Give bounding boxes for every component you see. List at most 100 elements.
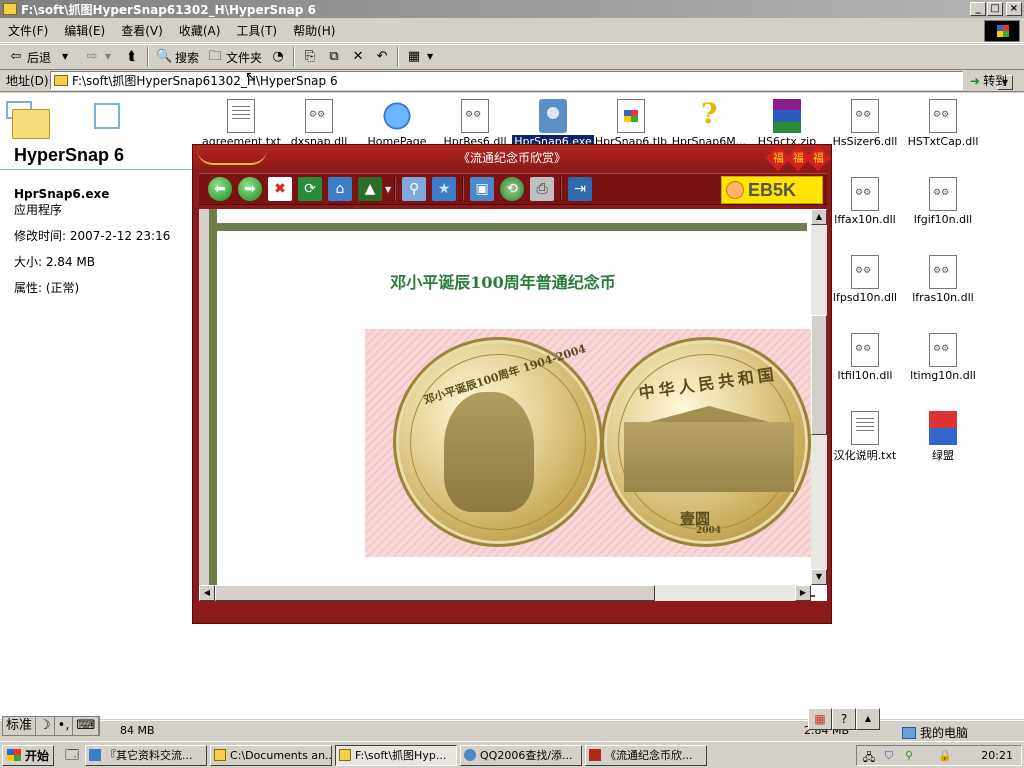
- address-label: 地址(D): [6, 74, 49, 88]
- windows-flag-icon: [7, 749, 21, 761]
- viewer-favorites-button[interactable]: ★: [432, 177, 457, 201]
- viewer-refresh-button[interactable]: ⟳: [298, 177, 322, 201]
- views-button[interactable]: ▦ ▼: [402, 46, 442, 68]
- clock[interactable]: 20:21: [981, 749, 1013, 762]
- go-button[interactable]: ➜ 转到: [970, 71, 1020, 90]
- back-dropdown-icon[interactable]: ▼: [57, 49, 73, 65]
- file-item[interactable]: ltfil10n.dll: [824, 333, 906, 382]
- show-desktop-icon[interactable]: 🗔: [62, 746, 82, 764]
- ime-toolbar[interactable]: 标准 ☽ •, ⌨: [2, 716, 101, 736]
- ebook-logo-text: EB5K: [748, 180, 797, 200]
- file-item[interactable]: lfgif10n.dll: [902, 177, 984, 226]
- antenna-icon[interactable]: ⚲: [901, 749, 917, 763]
- scroll-left-arrow-icon[interactable]: ◀: [199, 585, 215, 601]
- scroll-thumb[interactable]: [215, 585, 655, 601]
- ime-mode[interactable]: 标准: [3, 717, 37, 735]
- viewer-home-button[interactable]: ⌂: [328, 177, 352, 201]
- viewer-image-button[interactable]: ▣: [470, 177, 495, 201]
- vertical-scrollbar[interactable]: ▲ ▼: [811, 209, 827, 585]
- forward-button[interactable]: ⇨ ▼: [80, 46, 120, 68]
- viewer-print-button[interactable]: ⎙: [530, 177, 555, 201]
- lock-icon[interactable]: 🔒: [937, 749, 953, 763]
- up-button[interactable]: ⮬: [120, 46, 144, 68]
- copy-to-button[interactable]: ⧉: [322, 46, 346, 68]
- file-item[interactable]: HsSizer6.dll: [824, 99, 906, 148]
- my-computer-icon: [902, 726, 916, 739]
- ime-halfwidth-icon[interactable]: ☽: [36, 717, 55, 735]
- system-tray: 🖧 ⛉ ⚲ 🔒 20:21: [856, 745, 1022, 766]
- viewer-stop-button[interactable]: ✖: [268, 177, 292, 201]
- file-item[interactable]: HSTxtCap.dll: [902, 99, 984, 148]
- history-button[interactable]: ◔: [266, 46, 290, 68]
- network-icon[interactable]: 🖧: [861, 749, 877, 764]
- file-item[interactable]: HS6ctx.zip: [746, 99, 828, 148]
- window-titlebar[interactable]: F:\soft\抓图HyperSnap61302_H\HyperSnap 6 _…: [0, 0, 1024, 18]
- menu-view[interactable]: 查看(V): [113, 22, 171, 39]
- file-item[interactable]: HomePage: [356, 99, 438, 148]
- coin-viewer-window[interactable]: 《流通纪念币欣赏》 福 福 福 ⬅ ➡ ✖ ⟳ ⌂ ▲ ▼ ⚲ ★ ▣ ⟲ ⎙ …: [192, 144, 832, 624]
- language-icon[interactable]: ▦: [808, 708, 832, 730]
- scroll-up-arrow-icon[interactable]: ▲: [811, 209, 827, 225]
- language-bar-menu-icon[interactable]: ▲: [856, 708, 880, 730]
- fu-close-button[interactable]: 福: [805, 145, 831, 171]
- dll-file-icon: [929, 333, 957, 367]
- shield-icon[interactable]: ⛉: [881, 749, 897, 763]
- selected-file-name: HprSnap6.exe: [14, 187, 110, 201]
- forward-dropdown-icon[interactable]: ▼: [100, 49, 116, 65]
- taskbar-item[interactable]: QQ2006查找/添...: [460, 744, 583, 766]
- language-bar[interactable]: ▦ ? ▲: [808, 708, 880, 730]
- details-pane: HyperSnap 6 HprSnap6.exe 应用程序 修改时间: 2007…: [0, 93, 198, 719]
- viewer-history-button[interactable]: ⟲: [500, 177, 525, 201]
- taskbar-item[interactable]: C:\Documents an...: [210, 744, 333, 766]
- viewer-back-button[interactable]: ⬅: [208, 177, 232, 201]
- menu-tools[interactable]: 工具(T): [228, 22, 285, 39]
- maximize-button[interactable]: □: [987, 2, 1003, 16]
- file-item[interactable]: ltimg10n.dll: [902, 333, 984, 382]
- start-button[interactable]: 开始: [2, 744, 55, 766]
- move-to-button[interactable]: ⎘: [298, 46, 322, 68]
- address-input[interactable]: F:\soft\抓图HyperSnap61302_H\HyperSnap 6 ▼: [50, 71, 1013, 90]
- minimize-button[interactable]: _: [970, 2, 986, 16]
- scroll-down-arrow-icon[interactable]: ▼: [811, 569, 827, 585]
- viewer-content[interactable]: 邓小平诞辰100周年普通纪念币 邓小平诞辰100周年 1904-2004 中华人…: [199, 209, 827, 601]
- help-icon[interactable]: ?: [832, 708, 856, 730]
- file-item[interactable]: 汉化说明.txt: [824, 411, 906, 463]
- file-item[interactable]: lfpsd10n.dll: [824, 255, 906, 304]
- file-item[interactable]: agreement.txt: [200, 99, 282, 148]
- file-item[interactable]: HprSnap6M...: [668, 97, 750, 148]
- menu-favorites[interactable]: 收藏(A): [171, 22, 229, 39]
- taskbar-item[interactable]: 《流通纪念币欣...: [585, 744, 708, 766]
- file-item[interactable]: lfras10n.dll: [902, 255, 984, 304]
- menu-file[interactable]: 文件(F): [0, 22, 56, 39]
- viewer-contents-dropdown-icon[interactable]: ▼: [385, 185, 391, 194]
- viewer-forward-button[interactable]: ➡: [238, 177, 262, 201]
- file-item-selected[interactable]: HprSnap6.exe: [512, 99, 594, 148]
- back-button[interactable]: ⇦ 后退 ▼: [4, 46, 80, 68]
- horizontal-scrollbar[interactable]: ◀ ▶: [199, 585, 811, 601]
- search-button[interactable]: 🔍 搜索: [152, 46, 203, 68]
- viewer-search-button[interactable]: ⚲: [402, 177, 427, 201]
- text-file-icon: [227, 99, 255, 133]
- file-item[interactable]: 绿盟: [902, 411, 984, 463]
- taskbar-item-active[interactable]: F:\soft\抓图Hyp...: [335, 744, 458, 766]
- viewer-contents-button[interactable]: ▲: [358, 177, 382, 201]
- viewer-exit-button[interactable]: ⇥: [568, 177, 593, 201]
- close-button[interactable]: ×: [1006, 2, 1022, 16]
- taskbar-item[interactable]: 『其它资料交流...: [85, 744, 208, 766]
- file-item[interactable]: dxsnap.dll: [278, 99, 360, 148]
- folders-button[interactable]: 🗀 文件夹: [203, 46, 266, 68]
- undo-button[interactable]: ↶: [370, 46, 394, 68]
- scroll-thumb[interactable]: [811, 315, 827, 435]
- ime-keyboard-icon[interactable]: ⌨: [73, 717, 100, 735]
- scroll-right-arrow-icon[interactable]: ▶: [795, 585, 811, 601]
- file-item[interactable]: HprSnap6.tlb: [590, 99, 672, 148]
- menu-edit[interactable]: 编辑(E): [56, 22, 113, 39]
- viewer-titlebar[interactable]: 《流通纪念币欣赏》 福 福 福: [193, 145, 831, 171]
- delete-button[interactable]: ✕: [346, 46, 370, 68]
- toolbar-separator: [147, 47, 150, 67]
- menu-help[interactable]: 帮助(H): [285, 22, 343, 39]
- file-item[interactable]: lffax10n.dll: [824, 177, 906, 226]
- file-item[interactable]: HprRes6.dll: [434, 99, 516, 148]
- ime-punctuation-icon[interactable]: •,: [55, 717, 74, 735]
- shortcut-icon: [929, 411, 957, 445]
